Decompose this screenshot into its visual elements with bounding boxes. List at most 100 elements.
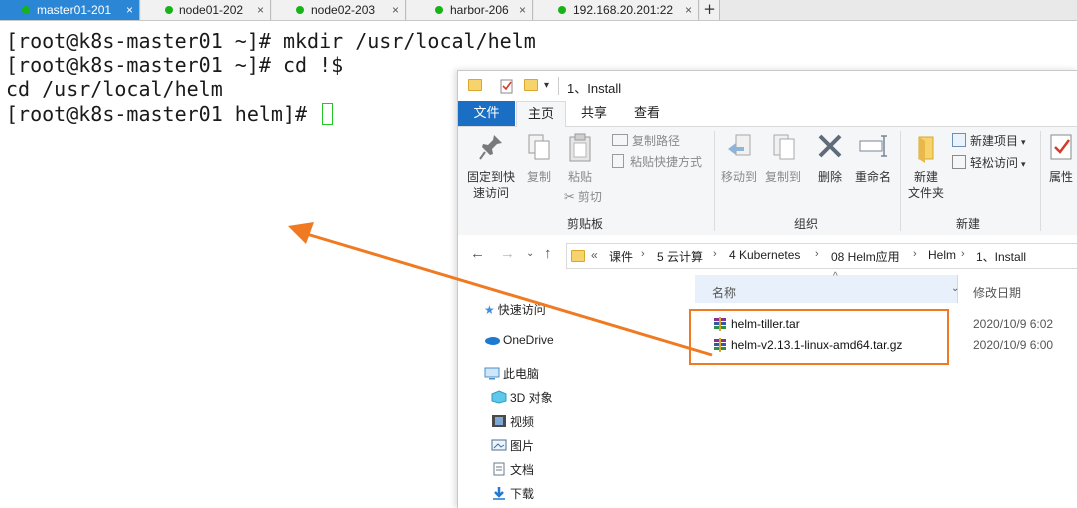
computer-icon [484,367,500,380]
column-dropdown-chevron-icon[interactable]: ⌄ [951,283,959,294]
annotation-highlight-box [689,309,949,365]
copy-path-icon [612,134,628,146]
address-bar-row: ← → ⌄ ↑ « 课件 › 5 云计算 › 4 Kubernetes › 08… [458,235,1077,275]
nav-label: 视频 [510,415,535,429]
back-arrow-icon[interactable]: ← [470,245,485,262]
forward-arrow-icon[interactable]: → [500,245,515,262]
film-icon [492,415,506,427]
button-label: 固定到快 [466,170,515,184]
pin-quick-access-button[interactable]: 固定到快 速访问 [464,131,518,201]
nav-item-videos[interactable]: 视频 [491,413,534,430]
tab-label: node01-202 [179,3,244,17]
copy-button[interactable]: 复制 [522,131,556,185]
nav-item-pictures[interactable]: 图片 [491,437,534,454]
ribbon-tab-file[interactable]: 文件 [458,101,515,126]
terminal-line: [root@k8s-master01 ~]# cd !$ [6,53,344,77]
column-header-name[interactable]: 名称 [712,284,736,301]
paste-button[interactable]: 粘贴 [562,131,598,185]
paste-shortcut-icon [612,154,624,168]
button-label: 重命名 [854,170,891,184]
recent-locations-chevron-icon[interactable]: ⌄ [526,248,534,259]
button-label: 文件夹 [907,186,944,200]
move-to-button[interactable]: 移动到 [718,131,760,185]
file-explorer-window: ▾ 1、Install 文件 主页 共享 查看 固定到快 速访问 复制 粘贴 复… [457,70,1077,508]
cut-button[interactable]: ✂ 剪切 [564,189,602,205]
rename-button[interactable]: 重命名 [852,131,894,185]
scissors-icon: ✂ [564,189,575,204]
terminal-prompt: [root@k8s-master01 helm]# [6,102,320,126]
column-header-modified[interactable]: 修改日期 [973,284,1021,301]
nav-label: 图片 [510,439,535,453]
picture-icon [491,439,507,451]
tab-master01-201[interactable]: master01-201 × [0,0,140,20]
properties-check-icon[interactable] [500,78,514,94]
close-icon[interactable]: × [257,0,264,20]
new-tab-button[interactable]: + [700,0,720,20]
copy-to-button[interactable]: 复制到 [762,131,804,185]
button-label: 粘贴快捷方式 [630,155,703,169]
nav-label: 快速访问 [497,303,546,317]
nav-item-this-pc[interactable]: 此电脑 [484,365,539,382]
ribbon-tab-share[interactable]: 共享 [570,101,618,126]
nav-item-downloads[interactable]: 下载 [491,485,534,502]
ribbon-tab-view[interactable]: 查看 [622,101,672,126]
nav-item-onedrive[interactable]: OneDrive [484,333,554,347]
nav-item-documents[interactable]: 文档 [491,461,534,478]
copy-path-button[interactable]: 复制路径 [612,133,680,149]
up-arrow-icon[interactable]: ↑ [544,245,552,262]
tab-harbor-206[interactable]: harbor-206 × [407,0,533,20]
breadcrumb-overflow[interactable]: « [591,248,598,262]
chevron-right-icon[interactable]: › [961,248,965,260]
copy-icon [528,134,550,160]
nav-item-3d-objects[interactable]: 3D 对象 [491,389,553,406]
paste-shortcut-button[interactable]: 粘贴快捷方式 [612,154,702,170]
button-label: 新建 [913,170,938,184]
cloud-icon [485,337,500,345]
terminal-prompt-line: [root@k8s-master01 helm]# [6,102,334,127]
breadcrumb-item[interactable]: 5 云计算 [657,248,703,265]
breadcrumb-item[interactable]: 课件 [609,248,633,265]
button-label: 新建项目 [970,134,1019,148]
new-item-button[interactable]: 新建项目 ▾ [952,133,1026,150]
tab-label: node02-203 [311,3,376,17]
breadcrumb-item[interactable]: 1、Install [976,248,1026,265]
ribbon-tab-strip: 文件 主页 共享 查看 [458,101,1077,127]
quick-access-dropdown-icon[interactable]: ▾ [544,80,549,96]
tab-192-168-20-201[interactable]: 192.168.20.201:22 × [534,0,699,20]
breadcrumb-item[interactable]: 4 Kubernetes [729,248,800,262]
close-icon[interactable]: × [685,0,692,20]
close-icon[interactable]: × [392,0,399,20]
properties-button[interactable]: 属性 [1044,131,1077,185]
nav-label: 3D 对象 [510,391,553,405]
breadcrumb-item[interactable]: 08 Helm应用 [831,248,900,265]
new-folder-quick-icon[interactable] [524,79,538,91]
file-date: 2020/10/9 6:02 [973,317,1054,331]
easy-access-button[interactable]: 轻松访问 ▾ [952,155,1026,172]
chevron-right-icon[interactable]: › [641,248,645,260]
chevron-right-icon[interactable]: › [815,248,819,260]
ribbon-tab-home[interactable]: 主页 [516,101,566,127]
connected-status-icon [558,6,566,14]
button-label: 速访问 [472,186,509,200]
tab-node01-202[interactable]: node01-202 × [141,0,271,20]
close-icon[interactable]: × [519,0,526,20]
chevron-right-icon[interactable]: › [913,248,917,260]
close-icon[interactable]: × [126,0,133,20]
button-label: 轻松访问 [970,156,1019,170]
tab-node02-203[interactable]: node02-203 × [272,0,406,20]
pin-icon [479,135,502,160]
delete-button[interactable]: 删除 [812,131,848,185]
new-folder-icon [918,136,934,163]
chevron-right-icon[interactable]: › [713,248,717,260]
nav-item-quick-access[interactable]: ★ 快速访问 [484,301,546,318]
address-box[interactable]: « 课件 › 5 云计算 › 4 Kubernetes › 08 Helm应用 … [566,243,1077,269]
breadcrumb-item[interactable]: Helm [928,248,956,262]
button-label: 粘贴 [567,170,592,184]
new-folder-button[interactable]: 新建 文件夹 [904,131,948,201]
ribbon-home: 固定到快 速访问 复制 粘贴 复制路径 粘贴快捷方式 ✂ 剪切 剪贴板 移动到 … [458,127,1077,236]
cube-icon [491,390,507,404]
button-label: 属性 [1048,170,1073,184]
folder-icon [571,250,585,262]
nav-label: OneDrive [503,333,554,347]
group-label-organize: 组织 [794,217,819,231]
